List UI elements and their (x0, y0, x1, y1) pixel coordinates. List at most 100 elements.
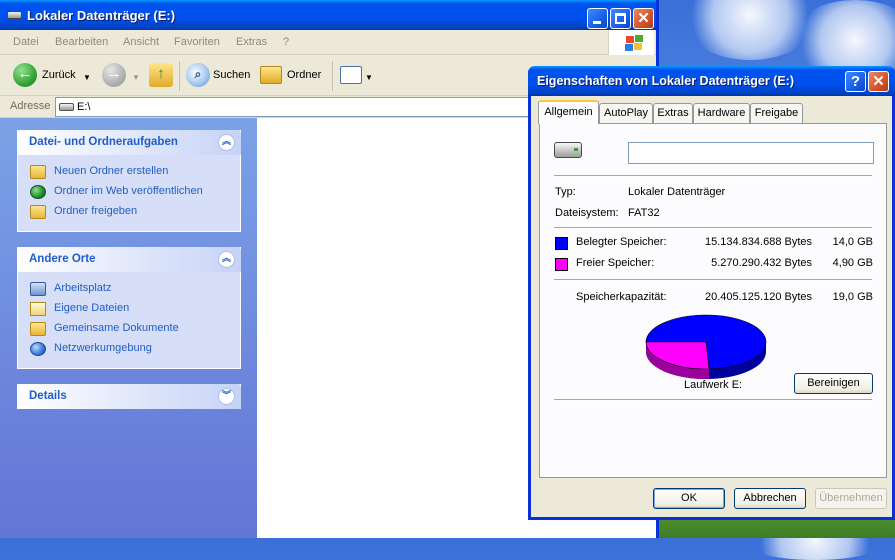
address-value: E:\ (77, 101, 91, 113)
menu-help[interactable]: ? (283, 36, 289, 48)
cancel-button[interactable]: Abbrechen (734, 488, 806, 509)
tab-general[interactable]: Allgemein (538, 100, 599, 124)
capacity-label: Speicherkapazität: (576, 291, 667, 303)
collapse-icon[interactable]: ︽ (218, 134, 235, 151)
up-button[interactable]: ↑ (149, 63, 173, 89)
tab-label: AutoPlay (603, 107, 649, 119)
place-label: Arbeitsplatz (54, 282, 112, 294)
close-icon: ✕ (637, 10, 650, 27)
window-title: Lokaler Datenträger (E:) (27, 8, 176, 23)
help-button[interactable]: ? (845, 71, 866, 92)
used-space-bytes: 15.134.834.688 Bytes (704, 236, 812, 248)
place-label: Eigene Dateien (54, 302, 130, 314)
free-space-size: 4,90 GB (832, 257, 873, 269)
expand-icon[interactable]: ︾ (218, 388, 235, 405)
apply-button[interactable]: Übernehmen (815, 488, 887, 509)
minimize-button[interactable] (587, 8, 608, 29)
shared-documents-icon (30, 322, 46, 336)
divider (554, 399, 872, 401)
filesystem-value: FAT32 (628, 207, 660, 219)
search-label: Suchen (213, 69, 251, 81)
network-places-icon (30, 342, 46, 356)
divider (554, 175, 872, 177)
menu-file[interactable]: Datei (13, 36, 39, 48)
details-header[interactable]: Details ︾ (17, 384, 241, 409)
drive-icon (554, 142, 582, 158)
other-places-header[interactable]: Andere Orte ︽ (17, 247, 241, 272)
used-space-size: 14,0 GB (832, 236, 873, 248)
minimize-icon (593, 21, 601, 24)
task-pane: Datei- und Ordneraufgaben ︽ Neuen Ordner… (0, 118, 257, 538)
back-button[interactable]: ← Zurück ▼ (13, 63, 93, 89)
collapse-icon[interactable]: ︽ (218, 251, 235, 268)
ok-button[interactable]: OK (653, 488, 725, 509)
drive-icon (7, 11, 22, 19)
menu-tools[interactable]: Extras (236, 36, 267, 48)
cleanup-button[interactable]: Bereinigen (794, 373, 873, 394)
maximize-button[interactable] (610, 8, 631, 29)
drive-name-input[interactable] (628, 142, 874, 164)
publish-web-icon (30, 185, 46, 199)
chevron-down-icon: ▼ (365, 73, 373, 82)
folders-label: Ordner (287, 69, 322, 81)
capacity-size: 19,0 GB (832, 291, 873, 303)
chevron-down-icon: ▼ (132, 73, 140, 82)
free-space-bytes: 5.270.290.432 Bytes (711, 257, 812, 269)
drive-icon (59, 103, 74, 111)
file-tasks-header[interactable]: Datei- und Ordneraufgaben ︽ (17, 130, 241, 155)
capacity-bytes: 20.405.125.120 Bytes (704, 291, 812, 303)
menu-edit[interactable]: Bearbeiten (55, 36, 108, 48)
share-folder-icon (30, 205, 46, 219)
disk-usage-pie-chart (645, 314, 767, 380)
logo-flag-red (626, 36, 634, 43)
forward-button[interactable]: → ▼ (102, 63, 140, 89)
tab-autoplay[interactable]: AutoPlay (599, 103, 653, 123)
close-button[interactable]: ✕ (633, 8, 654, 29)
free-space-color-swatch (555, 258, 568, 271)
dialog-close-button[interactable]: ✕ (868, 71, 889, 92)
my-computer-icon (30, 282, 46, 296)
details-title: Details (29, 390, 67, 402)
tab-label: Freigabe (754, 107, 799, 119)
new-folder-icon (30, 165, 46, 179)
logo-flag-blue (625, 44, 633, 51)
task-label: Neuen Ordner erstellen (54, 165, 169, 177)
tab-label: Allgemein (544, 106, 593, 118)
address-label: Adresse (10, 100, 51, 112)
folder-up-icon: ↑ (149, 63, 173, 87)
folders-button[interactable]: Ordner (260, 63, 326, 89)
dialog-titlebar[interactable]: Eigenschaften von Lokaler Datenträger (E… (528, 66, 895, 96)
toolbar-separator (332, 61, 333, 91)
menu-favorites[interactable]: Favoriten (174, 36, 220, 48)
type-label: Typ: (555, 186, 576, 198)
details-panel: Details ︾ (17, 384, 241, 409)
back-label: Zurück (42, 69, 76, 81)
other-places-panel: Andere Orte ︽ Arbeitsplatz Eigene Dateie… (17, 247, 241, 369)
views-button[interactable]: ▼ (340, 63, 373, 89)
tab-sharing[interactable]: Freigabe (750, 103, 803, 123)
general-tab-page: Typ: Lokaler Datenträger Dateisystem: FA… (539, 123, 887, 478)
explorer-titlebar[interactable]: Lokaler Datenträger (E:) ✕ (0, 0, 656, 30)
divider (554, 279, 872, 281)
tab-extras[interactable]: Extras (653, 103, 693, 123)
place-label: Gemeinsame Dokumente (54, 322, 179, 334)
tab-hardware[interactable]: Hardware (693, 103, 750, 123)
divider (554, 227, 872, 229)
maximize-icon (615, 13, 626, 24)
file-tasks-panel: Datei- und Ordneraufgaben ︽ Neuen Ordner… (17, 130, 241, 232)
used-space-label: Belegter Speicher: (576, 236, 667, 248)
views-icon (340, 66, 362, 84)
task-label: Ordner freigeben (54, 205, 138, 217)
file-tasks-title: Datei- und Ordneraufgaben (29, 136, 178, 148)
place-label: Netzwerkumgebung (54, 342, 152, 354)
search-button[interactable]: ⌕ Suchen (186, 63, 252, 89)
free-space-label: Freier Speicher: (576, 257, 655, 269)
menu-view[interactable]: Ansicht (123, 36, 159, 48)
chevron-down-icon: ▼ (83, 73, 91, 82)
my-documents-icon (30, 302, 46, 316)
filesystem-label: Dateisystem: (555, 207, 619, 219)
toolbar-separator (179, 61, 180, 91)
tab-label: Hardware (697, 107, 746, 119)
logo-flag-yellow (634, 43, 642, 50)
folders-icon (260, 66, 282, 84)
